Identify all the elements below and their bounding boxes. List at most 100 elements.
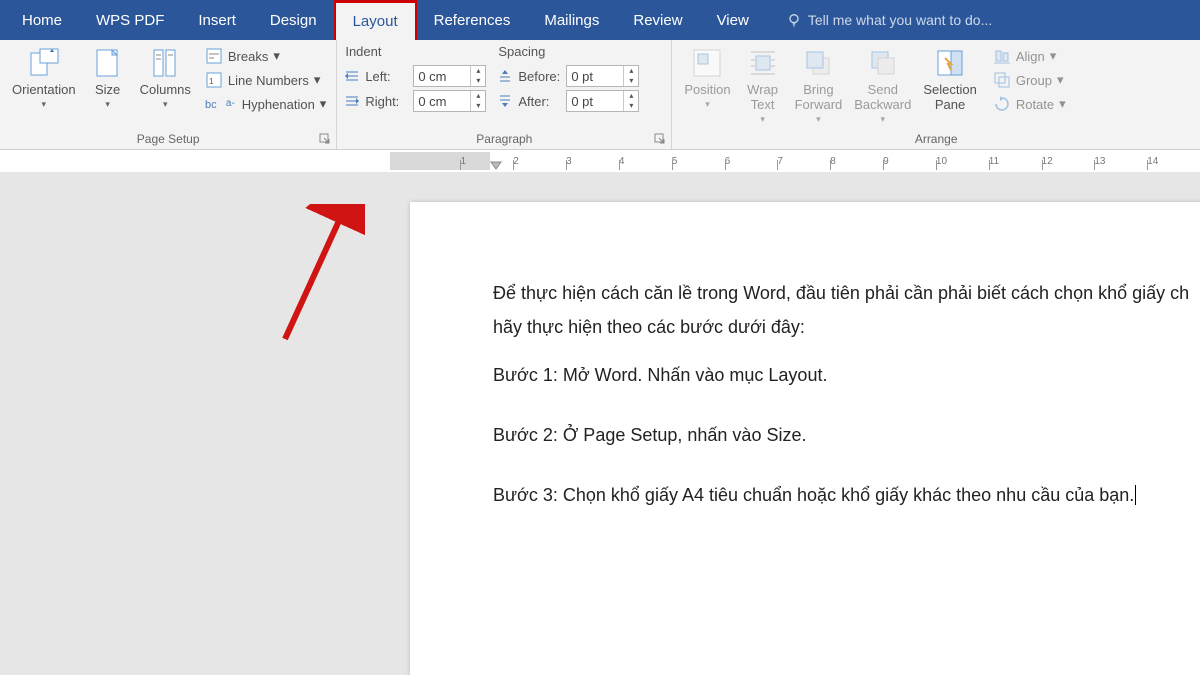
ruler-mark: 5 [672,156,725,167]
rotate-button[interactable]: Rotate ▾ [989,94,1070,114]
hyphenation-button[interactable]: bc a- Hyphenation ▾ [201,94,330,114]
tab-design[interactable]: Design [253,0,334,40]
indent-left-spinner[interactable]: ▴▾ [413,65,486,87]
tab-review[interactable]: Review [616,0,699,40]
indent-left-label: Left: [365,69,409,84]
align-icon [993,47,1011,65]
indent-right-spinner[interactable]: ▴▾ [413,90,486,112]
columns-icon [148,46,182,80]
position-icon [690,46,724,80]
text-cursor [1135,485,1136,505]
svg-text:1: 1 [209,77,214,86]
bring-forward-button[interactable]: Bring Forward ▾ [789,44,849,127]
page[interactable]: Để thực hiện cách căn lề trong Word, đầu… [410,202,1200,675]
indent-left-input[interactable] [414,69,470,84]
spin-up-icon[interactable]: ▴ [624,66,638,76]
lightbulb-icon [786,12,802,28]
position-button[interactable]: Position ▾ [678,44,736,112]
ruler-mark: 6 [725,156,778,167]
dropdown-caret-icon: ▾ [816,114,821,125]
breaks-icon [205,47,223,65]
dialog-launcher-icon [654,133,666,145]
ruler-mark: 8 [830,156,883,167]
doc-paragraph[interactable]: Bước 2: Ở Page Setup, nhấn vào Size. [493,422,1200,450]
spin-up-icon[interactable]: ▴ [624,91,638,101]
group-objects-button[interactable]: Group ▾ [989,70,1070,90]
document-area[interactable]: Để thực hiện cách căn lề trong Word, đầu… [0,172,1200,675]
bring-forward-icon [801,46,835,80]
ribbon-tabs: Home WPS PDF Insert Design Layout Refere… [0,0,1200,40]
ruler-mark: 10 [936,156,989,167]
send-backward-icon [866,46,900,80]
spacing-after-spinner[interactable]: ▴▾ [566,90,639,112]
hyphenation-icon: bc [205,95,223,113]
tab-layout[interactable]: Layout [334,0,417,40]
dropdown-caret-icon: ▾ [42,99,47,110]
dropdown-caret-icon: ▾ [1059,96,1066,112]
line-numbers-button[interactable]: 1 Line Numbers ▾ [201,70,330,90]
ruler[interactable]: 1 2 3 4 5 6 7 8 9 10 11 12 13 14 [0,150,1200,172]
group-icon [993,71,1011,89]
tab-view[interactable]: View [700,0,766,40]
doc-paragraph[interactable]: Bước 1: Mở Word. Nhấn vào mục Layout. [493,362,1200,390]
spacing-before-spinner[interactable]: ▴▾ [566,65,639,87]
svg-text:bc: bc [205,99,217,111]
line-numbers-icon: 1 [205,71,223,89]
spacing-before-label: Before: [518,69,562,84]
dropdown-caret-icon: ▾ [705,99,710,110]
dropdown-caret-icon: ▾ [1050,48,1057,64]
spacing-after-input[interactable] [567,94,623,109]
dropdown-caret-icon: ▾ [881,114,886,125]
indent-right-icon [343,92,361,110]
tell-me-search[interactable]: Tell me what you want to do... [766,0,992,40]
tab-home[interactable]: Home [5,0,79,40]
group-arrange: Position ▾ Wrap Text ▾ Bring Forward ▾ S… [672,40,1200,149]
tab-references[interactable]: References [417,0,528,40]
doc-paragraph[interactable]: Bước 3: Chọn khổ giấy A4 tiêu chuẩn hoặc… [493,482,1200,510]
wrap-text-button[interactable]: Wrap Text ▾ [737,44,789,127]
doc-paragraph[interactable]: hãy thực hiện theo các bước dưới đây: [493,314,1200,342]
dialog-launcher-icon [319,133,331,145]
ruler-mark: 14 [1147,156,1200,167]
tab-wpspdf[interactable]: WPS PDF [79,0,181,40]
columns-button[interactable]: Columns ▾ [134,44,197,112]
tab-insert[interactable]: Insert [181,0,253,40]
spacing-before-input[interactable] [567,69,623,84]
ribbon-body: Orientation ▾ Size ▾ Columns ▾ [0,40,1200,150]
indent-left-icon [343,67,361,85]
tab-mailings[interactable]: Mailings [527,0,616,40]
spin-down-icon[interactable]: ▾ [471,76,485,86]
ruler-mark: 11 [989,156,1042,167]
ruler-mark: 3 [566,156,619,167]
size-button[interactable]: Size ▾ [82,44,134,112]
breaks-button[interactable]: Breaks ▾ [201,46,330,66]
ruler-mark: 4 [619,156,672,167]
align-button[interactable]: Align ▾ [989,46,1070,66]
indent-right-label: Right: [365,94,409,109]
send-backward-button[interactable]: Send Backward ▾ [848,44,917,127]
group-label-pagesetup: Page Setup [6,132,330,149]
orientation-icon [27,46,61,80]
ruler-mark: 12 [1042,156,1095,167]
spin-down-icon[interactable]: ▾ [624,101,638,111]
ruler-mark: 9 [883,156,936,167]
selection-pane-button[interactable]: Selection Pane [917,44,982,114]
spin-down-icon[interactable]: ▾ [624,76,638,86]
spin-up-icon[interactable]: ▴ [471,91,485,101]
rotate-icon [993,95,1011,113]
dropdown-caret-icon: ▾ [1057,72,1064,88]
doc-paragraph[interactable]: Để thực hiện cách căn lề trong Word, đầu… [493,280,1200,308]
dropdown-caret-icon: ▾ [163,99,168,110]
tell-me-label: Tell me what you want to do... [808,12,992,28]
group-paragraph: Indent Left: ▴▾ Right: ▴▾ [337,40,672,149]
indent-right-input[interactable] [414,94,470,109]
spin-up-icon[interactable]: ▴ [471,66,485,76]
selection-pane-icon [933,46,967,80]
paragraph-dialog-launcher[interactable] [653,132,667,146]
ruler-mark: 13 [1094,156,1147,167]
spin-down-icon[interactable]: ▾ [471,101,485,111]
pagesetup-dialog-launcher[interactable] [318,132,332,146]
orientation-button[interactable]: Orientation ▾ [6,44,82,112]
spacing-after-icon [496,92,514,110]
dropdown-caret-icon: ▾ [320,96,327,112]
